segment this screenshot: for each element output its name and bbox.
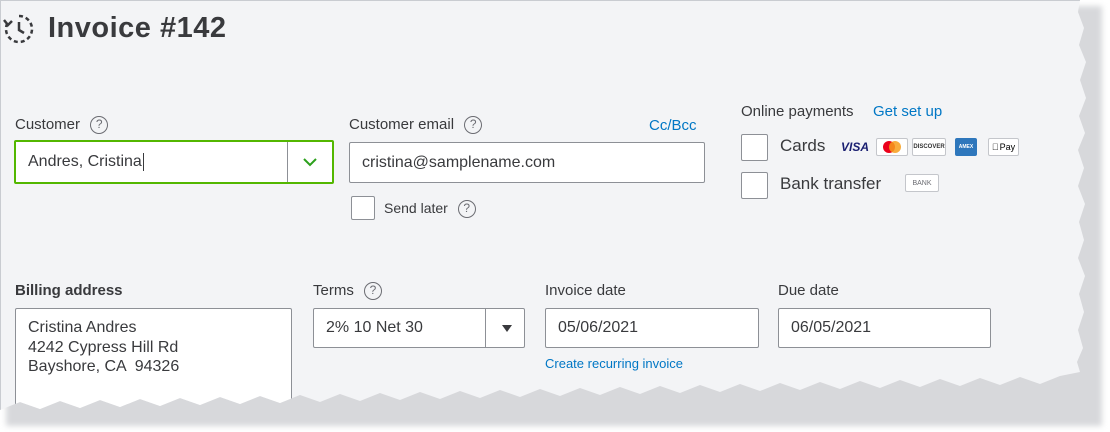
cards-label: Cards — [780, 136, 826, 155]
terms-select[interactable]: 2% 10 Net 30 — [313, 308, 525, 348]
apple-pay-text: Pay — [996, 142, 1016, 152]
cc-bcc-link[interactable]: Cc/Bcc — [649, 117, 697, 134]
invoice-date-label: Invoice date — [545, 282, 626, 299]
bank-transfer-label: Bank transfer — [780, 174, 882, 193]
select-divider — [485, 309, 486, 347]
get-set-up-link[interactable]: Get set up — [873, 103, 942, 120]
customer-email-value: cristina@samplename.com — [362, 153, 556, 171]
terms-label: Terms ? — [313, 282, 383, 301]
apple-pay-logo-icon: Pay — [988, 138, 1019, 156]
customer-email-input[interactable]: cristina@samplename.com — [349, 142, 705, 183]
customer-email-label-text: Customer email — [349, 116, 455, 133]
customer-label-text: Customer — [15, 116, 81, 133]
terms-label-text: Terms — [313, 282, 354, 299]
online-payments-label: Online payments — [741, 103, 854, 120]
mastercard-logo-icon — [876, 138, 908, 156]
send-later-label-text: Send later — [384, 200, 448, 216]
caret-down-icon[interactable] — [502, 325, 512, 332]
select-divider — [287, 142, 288, 182]
invoice-panel: Invoice #142 Customer ? Andres, Cristina… — [0, 0, 1086, 410]
send-later-label: Send later ? — [384, 200, 476, 219]
address-line: Cristina Andres — [28, 319, 137, 336]
due-date-input[interactable]: 06/05/2021 — [778, 308, 991, 348]
amex-text: AMEX — [958, 144, 974, 150]
invoice-date-value: 05/06/2021 — [558, 319, 639, 336]
bank-transfer-checkbox[interactable] — [741, 172, 768, 199]
terms-value: 2% 10 Net 30 — [326, 319, 423, 336]
send-later-checkbox[interactable] — [351, 196, 375, 220]
chevron-down-icon[interactable] — [300, 152, 320, 172]
customer-value: Andres, Cristina — [28, 153, 142, 170]
customer-email-label: Customer email ? — [349, 116, 483, 135]
discover-logo-icon: DISCOVER — [912, 138, 946, 156]
bank-logo-icon: BANK — [905, 174, 939, 192]
create-recurring-invoice-link[interactable]: Create recurring invoice — [545, 356, 683, 371]
text-cursor — [142, 153, 144, 171]
customer-select[interactable]: Andres, Cristina — [14, 140, 334, 184]
due-date-value: 06/05/2021 — [791, 319, 872, 336]
visa-logo-icon: VISA — [840, 140, 869, 154]
help-icon[interactable]: ? — [457, 200, 476, 219]
address-line: 4242 Cypress Hill Rd — [28, 338, 179, 356]
help-icon[interactable]: ? — [90, 116, 109, 135]
discover-text: DISCOVER — [913, 144, 945, 150]
customer-label: Customer ? — [15, 116, 109, 135]
cards-checkbox[interactable] — [741, 134, 768, 161]
due-date-label: Due date — [778, 282, 839, 299]
billing-address-label: Billing address — [15, 282, 123, 299]
page-title: Invoice #142 — [48, 12, 227, 44]
clock-history-icon[interactable] — [2, 12, 36, 46]
invoice-date-input[interactable]: 05/06/2021 — [545, 308, 759, 348]
help-icon[interactable]: ? — [464, 116, 483, 135]
help-icon[interactable]: ? — [364, 282, 383, 301]
amex-logo-icon: AMEX — [955, 138, 977, 156]
address-line: Bayshore, CA 94326 — [28, 358, 180, 375]
